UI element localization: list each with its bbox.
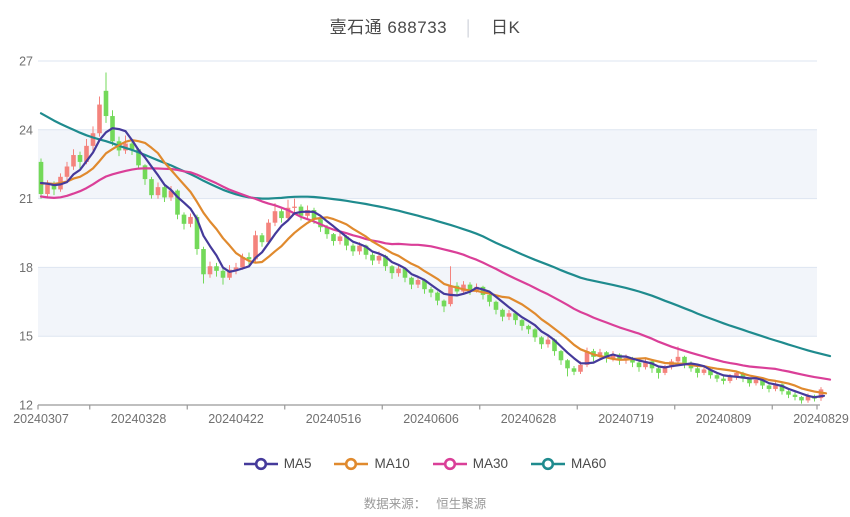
kline-chart[interactable]: 27 24 21 18 15 1220240307 20240328 20240422 2024… — [0, 0, 850, 445]
legend-label-ma30: MA30 — [473, 456, 508, 471]
candle — [793, 392, 798, 400]
y-tick-label: 27 — [19, 55, 33, 69]
candles-layer — [39, 72, 824, 403]
candle — [533, 328, 538, 342]
candle — [767, 384, 772, 392]
ma10-marker-icon — [334, 457, 368, 471]
ma5-marker-icon — [244, 457, 278, 471]
candle — [182, 212, 187, 229]
candle — [97, 97, 102, 137]
ma-legend: MA5 MA10 MA30 MA60 — [0, 456, 850, 471]
legend-item-ma30[interactable]: MA30 — [433, 456, 508, 471]
legend-label-ma60: MA60 — [571, 456, 606, 471]
ma60-marker-icon — [531, 457, 565, 471]
candle — [279, 209, 284, 223]
plot-bands — [38, 130, 817, 336]
candle — [721, 376, 726, 384]
x-tick-label: 20240422 — [208, 412, 264, 426]
x-tick-label: 20240606 — [403, 412, 459, 426]
candle — [695, 367, 700, 377]
x-tick-label: 20240516 — [306, 412, 362, 426]
y-tick-label: 15 — [19, 330, 33, 344]
candle — [539, 336, 544, 349]
data-source: 数据来源： 恒生聚源 — [0, 493, 850, 512]
candle — [39, 158, 44, 198]
y-tick-label: 21 — [19, 192, 33, 206]
y-tick-label: 12 — [19, 398, 33, 412]
x-tick-label: 20240328 — [111, 412, 167, 426]
legend-item-ma5[interactable]: MA5 — [244, 456, 312, 471]
candle — [188, 214, 193, 228]
candle — [682, 356, 687, 369]
y-tick-label: 18 — [19, 261, 33, 275]
candle — [656, 367, 661, 378]
candle — [799, 396, 804, 404]
x-axis — [38, 405, 820, 410]
candle — [104, 72, 109, 122]
x-tick-label: 20240628 — [501, 412, 557, 426]
candle — [292, 199, 297, 214]
candle — [559, 350, 564, 365]
candle — [572, 366, 577, 375]
candle — [786, 390, 791, 398]
data-source-value: 恒生聚源 — [436, 497, 486, 511]
candle — [260, 233, 265, 247]
y-tick-label: 24 — [19, 123, 33, 137]
candle — [351, 243, 356, 256]
legend-item-ma10[interactable]: MA10 — [334, 456, 409, 471]
data-source-label: 数据来源： — [364, 497, 427, 511]
legend-label-ma10: MA10 — [374, 456, 409, 471]
candle — [331, 233, 336, 246]
ma30-marker-icon — [433, 457, 467, 471]
legend-item-ma60[interactable]: MA60 — [531, 456, 606, 471]
candle — [819, 387, 824, 401]
candle — [565, 359, 570, 376]
x-tick-label: 20240307 — [13, 412, 69, 426]
legend-label-ma5: MA5 — [284, 456, 312, 471]
candle — [637, 361, 642, 371]
x-tick-label: 20240829 — [793, 412, 849, 426]
candle — [370, 252, 375, 265]
x-tick-label: 20240719 — [598, 412, 654, 426]
x-tick-label: 20240809 — [696, 412, 752, 426]
